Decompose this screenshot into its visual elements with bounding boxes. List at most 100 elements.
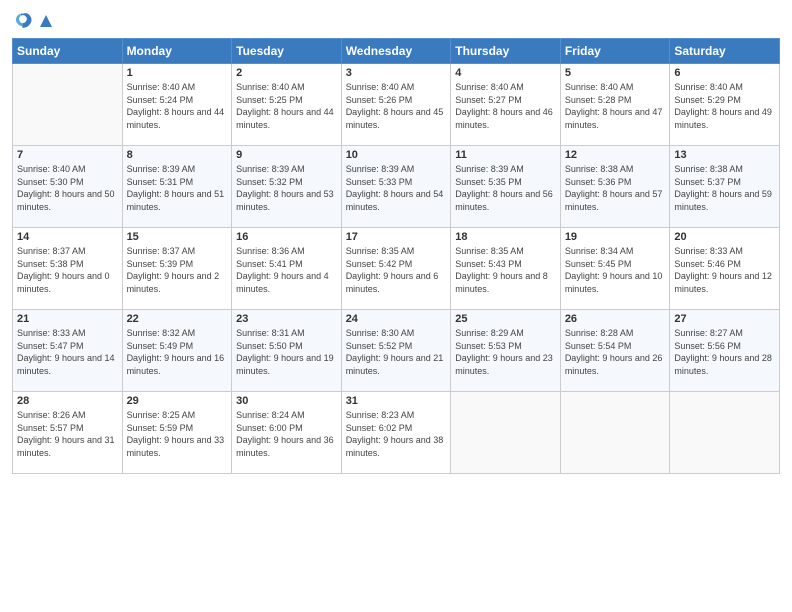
calendar-cell: 31 Sunrise: 8:23 AMSunset: 6:02 PMDayligh… bbox=[341, 392, 451, 474]
day-info: Sunrise: 8:36 AMSunset: 5:41 PMDaylight:… bbox=[236, 245, 337, 295]
calendar-cell: 18 Sunrise: 8:35 AMSunset: 5:43 PMDayligh… bbox=[451, 228, 561, 310]
calendar-cell: 1 Sunrise: 8:40 AMSunset: 5:24 PMDaylight… bbox=[122, 64, 232, 146]
weekday-header-row: SundayMondayTuesdayWednesdayThursdayFrid… bbox=[13, 39, 780, 64]
calendar-cell: 9 Sunrise: 8:39 AMSunset: 5:32 PMDaylight… bbox=[232, 146, 342, 228]
calendar-cell: 23Sunrise: 8:31 AMSunset: 5:50 PMDayligh… bbox=[232, 310, 342, 392]
day-info: Sunrise: 8:35 AMSunset: 5:43 PMDaylight:… bbox=[455, 245, 556, 295]
day-number: 17 bbox=[346, 231, 447, 243]
day-number: 2 bbox=[236, 67, 337, 79]
calendar-cell: 24 Sunrise: 8:30 AMSunset: 5:52 PMDayligh… bbox=[341, 310, 451, 392]
day-number: 9 bbox=[236, 149, 337, 161]
day-number: 19 bbox=[565, 231, 666, 243]
calendar-table: SundayMondayTuesdayWednesdayThursdayFrid… bbox=[12, 38, 780, 474]
calendar-cell: 12Sunrise: 8:38 AMSunset: 5:36 PMDayligh… bbox=[560, 146, 670, 228]
day-number: 16 bbox=[236, 231, 337, 243]
day-number: 28 bbox=[17, 395, 118, 407]
day-info: Sunrise: 8:29 AMSunset: 5:53 PMDaylight:… bbox=[455, 327, 556, 377]
day-info: Sunrise: 8:23 AMSunset: 6:02 PMDaylight:… bbox=[346, 409, 447, 459]
weekday-header-wednesday: Wednesday bbox=[341, 39, 451, 64]
day-info: Sunrise: 8:37 AMSunset: 5:38 PMDaylight:… bbox=[17, 245, 118, 295]
day-info: Sunrise: 8:40 AMSunset: 5:25 PMDaylight:… bbox=[236, 81, 337, 131]
day-number: 4 bbox=[455, 67, 556, 79]
day-info: Sunrise: 8:24 AMSunset: 6:00 PMDaylight:… bbox=[236, 409, 337, 459]
calendar-cell: 7 Sunrise: 8:40 AMSunset: 5:30 PMDaylight… bbox=[13, 146, 123, 228]
calendar-cell bbox=[560, 392, 670, 474]
day-info: Sunrise: 8:39 AMSunset: 5:31 PMDaylight:… bbox=[127, 163, 228, 213]
calendar-container: SundayMondayTuesdayWednesdayThursdayFrid… bbox=[0, 0, 792, 612]
day-number: 18 bbox=[455, 231, 556, 243]
logo-text bbox=[38, 14, 54, 28]
calendar-cell: 13 Sunrise: 8:38 AMSunset: 5:37 PMDayligh… bbox=[670, 146, 780, 228]
day-info: Sunrise: 8:25 AMSunset: 5:59 PMDaylight:… bbox=[127, 409, 228, 459]
day-info: Sunrise: 8:32 AMSunset: 5:49 PMDaylight:… bbox=[127, 327, 228, 377]
day-number: 1 bbox=[127, 67, 228, 79]
logo-icon bbox=[12, 10, 34, 32]
day-number: 14 bbox=[17, 231, 118, 243]
calendar-cell: 5 Sunrise: 8:40 AMSunset: 5:28 PMDaylight… bbox=[560, 64, 670, 146]
calendar-cell: 15 Sunrise: 8:37 AMSunset: 5:39 PMDayligh… bbox=[122, 228, 232, 310]
day-number: 10 bbox=[346, 149, 447, 161]
day-info: Sunrise: 8:28 AMSunset: 5:54 PMDaylight:… bbox=[565, 327, 666, 377]
calendar-cell: 20 Sunrise: 8:33 AMSunset: 5:46 PMDayligh… bbox=[670, 228, 780, 310]
day-number: 25 bbox=[455, 313, 556, 325]
day-info: Sunrise: 8:40 AMSunset: 5:30 PMDaylight:… bbox=[17, 163, 118, 213]
week-row-3: 14 Sunrise: 8:37 AMSunset: 5:38 PMDayligh… bbox=[13, 228, 780, 310]
day-number: 7 bbox=[17, 149, 118, 161]
calendar-cell bbox=[451, 392, 561, 474]
day-number: 27 bbox=[674, 313, 775, 325]
calendar-cell bbox=[670, 392, 780, 474]
calendar-cell: 30Sunrise: 8:24 AMSunset: 6:00 PMDayligh… bbox=[232, 392, 342, 474]
day-number: 24 bbox=[346, 313, 447, 325]
day-info: Sunrise: 8:40 AMSunset: 5:28 PMDaylight:… bbox=[565, 81, 666, 131]
calendar-cell: 28 Sunrise: 8:26 AMSunset: 5:57 PMDayligh… bbox=[13, 392, 123, 474]
day-info: Sunrise: 8:40 AMSunset: 5:29 PMDaylight:… bbox=[674, 81, 775, 131]
week-row-1: 1 Sunrise: 8:40 AMSunset: 5:24 PMDaylight… bbox=[13, 64, 780, 146]
calendar-cell: 6 Sunrise: 8:40 AMSunset: 5:29 PMDaylight… bbox=[670, 64, 780, 146]
weekday-header-sunday: Sunday bbox=[13, 39, 123, 64]
day-number: 13 bbox=[674, 149, 775, 161]
calendar-cell: 25 Sunrise: 8:29 AMSunset: 5:53 PMDayligh… bbox=[451, 310, 561, 392]
day-info: Sunrise: 8:37 AMSunset: 5:39 PMDaylight:… bbox=[127, 245, 228, 295]
day-number: 23 bbox=[236, 313, 337, 325]
calendar-cell: 21 Sunrise: 8:33 AMSunset: 5:47 PMDayligh… bbox=[13, 310, 123, 392]
day-number: 15 bbox=[127, 231, 228, 243]
day-number: 3 bbox=[346, 67, 447, 79]
calendar-cell: 19 Sunrise: 8:34 AMSunset: 5:45 PMDayligh… bbox=[560, 228, 670, 310]
day-number: 29 bbox=[127, 395, 228, 407]
calendar-cell: 26Sunrise: 8:28 AMSunset: 5:54 PMDayligh… bbox=[560, 310, 670, 392]
day-info: Sunrise: 8:34 AMSunset: 5:45 PMDaylight:… bbox=[565, 245, 666, 295]
calendar-cell: 29 Sunrise: 8:25 AMSunset: 5:59 PMDayligh… bbox=[122, 392, 232, 474]
day-info: Sunrise: 8:27 AMSunset: 5:56 PMDaylight:… bbox=[674, 327, 775, 377]
week-row-5: 28 Sunrise: 8:26 AMSunset: 5:57 PMDayligh… bbox=[13, 392, 780, 474]
week-row-2: 7 Sunrise: 8:40 AMSunset: 5:30 PMDaylight… bbox=[13, 146, 780, 228]
calendar-cell: 3 Sunrise: 8:40 AMSunset: 5:26 PMDaylight… bbox=[341, 64, 451, 146]
day-info: Sunrise: 8:40 AMSunset: 5:27 PMDaylight:… bbox=[455, 81, 556, 131]
day-number: 31 bbox=[346, 395, 447, 407]
day-info: Sunrise: 8:33 AMSunset: 5:47 PMDaylight:… bbox=[17, 327, 118, 377]
weekday-header-saturday: Saturday bbox=[670, 39, 780, 64]
day-number: 5 bbox=[565, 67, 666, 79]
day-info: Sunrise: 8:26 AMSunset: 5:57 PMDaylight:… bbox=[17, 409, 118, 459]
day-info: Sunrise: 8:38 AMSunset: 5:37 PMDaylight:… bbox=[674, 163, 775, 213]
calendar-cell: 16 Sunrise: 8:36 AMSunset: 5:41 PMDayligh… bbox=[232, 228, 342, 310]
day-number: 6 bbox=[674, 67, 775, 79]
day-info: Sunrise: 8:40 AMSunset: 5:26 PMDaylight:… bbox=[346, 81, 447, 131]
calendar-cell: 4 Sunrise: 8:40 AMSunset: 5:27 PMDaylight… bbox=[451, 64, 561, 146]
day-info: Sunrise: 8:30 AMSunset: 5:52 PMDaylight:… bbox=[346, 327, 447, 377]
day-number: 11 bbox=[455, 149, 556, 161]
day-info: Sunrise: 8:40 AMSunset: 5:24 PMDaylight:… bbox=[127, 81, 228, 131]
calendar-cell: 22 Sunrise: 8:32 AMSunset: 5:49 PMDayligh… bbox=[122, 310, 232, 392]
weekday-header-monday: Monday bbox=[122, 39, 232, 64]
day-info: Sunrise: 8:39 AMSunset: 5:32 PMDaylight:… bbox=[236, 163, 337, 213]
day-number: 20 bbox=[674, 231, 775, 243]
day-number: 21 bbox=[17, 313, 118, 325]
day-info: Sunrise: 8:33 AMSunset: 5:46 PMDaylight:… bbox=[674, 245, 775, 295]
day-number: 22 bbox=[127, 313, 228, 325]
weekday-header-friday: Friday bbox=[560, 39, 670, 64]
calendar-cell: 14 Sunrise: 8:37 AMSunset: 5:38 PMDayligh… bbox=[13, 228, 123, 310]
calendar-cell bbox=[13, 64, 123, 146]
logo-triangle-icon bbox=[39, 14, 53, 28]
calendar-cell: 17Sunrise: 8:35 AMSunset: 5:42 PMDayligh… bbox=[341, 228, 451, 310]
weekday-header-thursday: Thursday bbox=[451, 39, 561, 64]
calendar-cell: 27 Sunrise: 8:27 AMSunset: 5:56 PMDayligh… bbox=[670, 310, 780, 392]
